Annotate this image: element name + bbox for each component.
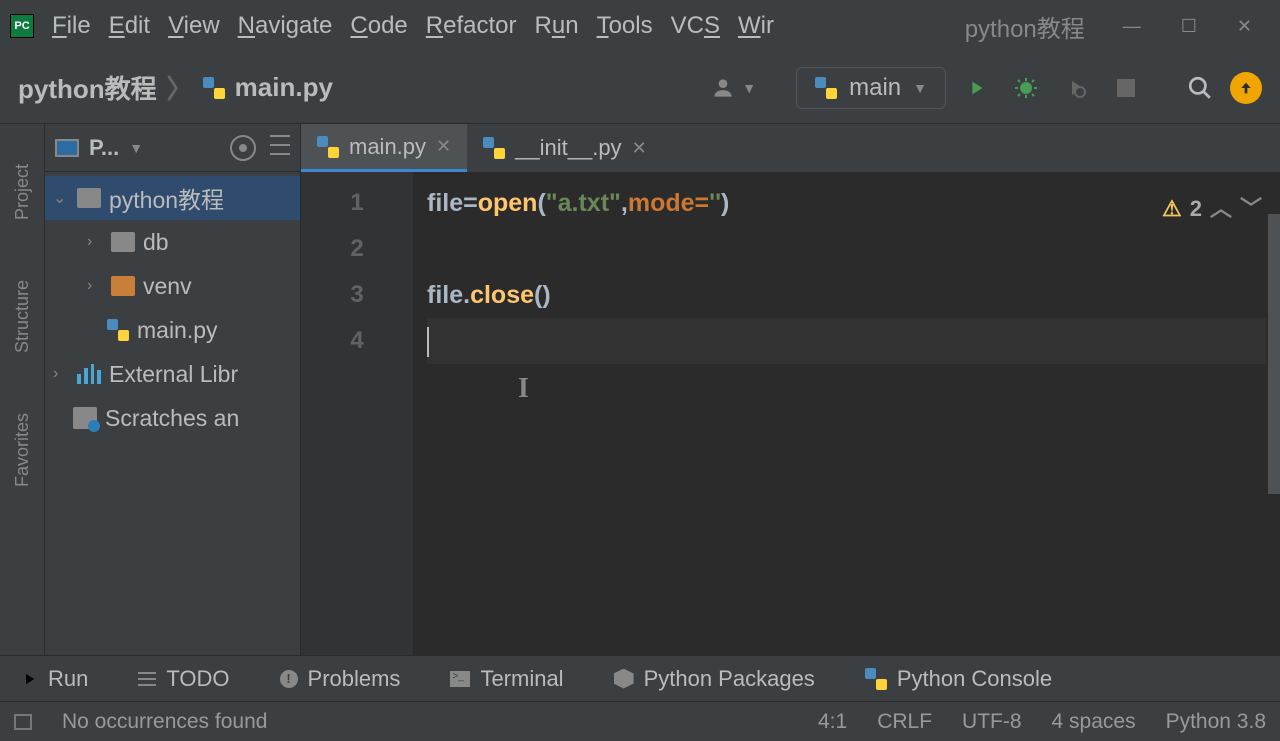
menu-navigate[interactable]: Navigate <box>238 12 333 40</box>
run-config-selector[interactable]: main ▼ <box>796 67 946 109</box>
inspection-widget[interactable]: ⚠ 2 ︿ ﹀ <box>1162 186 1262 232</box>
breadcrumb[interactable]: python教程 〉 main.py <box>18 69 333 106</box>
python-file-icon <box>317 136 339 158</box>
tool-todo[interactable]: TODO <box>138 666 229 692</box>
chevron-down-icon[interactable]: ⌄ <box>53 188 69 208</box>
tree-item-venv[interactable]: › venv <box>45 264 300 308</box>
tab-init-py[interactable]: __init__.py ✕ <box>467 124 663 172</box>
search-button[interactable] <box>1180 68 1220 108</box>
chevron-down-icon: ▼ <box>913 80 927 96</box>
folder-icon <box>111 276 135 296</box>
scratches-icon <box>73 407 97 429</box>
menu-tools[interactable]: Tools <box>597 12 653 40</box>
menu-refactor[interactable]: Refactor <box>426 12 517 40</box>
run-config-label: main <box>849 74 901 102</box>
update-button[interactable] <box>1230 72 1262 104</box>
sidebar-tab-favorites[interactable]: Favorites <box>12 413 33 487</box>
status-line-separator[interactable]: CRLF <box>877 710 932 734</box>
collapse-icon[interactable] <box>270 135 290 155</box>
chevron-right-icon: 〉 <box>167 69 193 106</box>
window-title: python教程 <box>965 9 1085 44</box>
scrollbar[interactable] <box>1268 214 1280 494</box>
ibeam-cursor-icon: I <box>518 366 529 412</box>
status-message: No occurrences found <box>62 710 267 734</box>
text-caret <box>427 327 429 357</box>
user-dropdown[interactable]: ▼ <box>710 75 756 101</box>
tab-main-py[interactable]: main.py ✕ <box>301 124 467 172</box>
tool-problems[interactable]: ! Problems <box>280 666 401 692</box>
minimize-icon[interactable]: — <box>1123 16 1141 37</box>
status-indent[interactable]: 4 spaces <box>1052 710 1136 734</box>
project-tool-window: P... ▼ ⌄ python教程 › db › venv <box>45 124 301 655</box>
folder-icon <box>77 188 101 208</box>
python-icon <box>865 668 887 690</box>
tree-external-libraries[interactable]: › External Libr <box>45 352 300 396</box>
sidebar-tab-structure[interactable]: Structure <box>12 280 33 353</box>
chevron-right-icon[interactable]: › <box>53 365 69 383</box>
stop-button[interactable] <box>1106 68 1146 108</box>
close-icon[interactable]: ✕ <box>1237 16 1252 37</box>
coverage-button[interactable] <box>1056 68 1096 108</box>
close-tab-icon[interactable]: ✕ <box>436 136 451 157</box>
todo-icon <box>138 672 156 686</box>
tool-console[interactable]: Python Console <box>865 666 1052 692</box>
library-icon <box>77 364 101 384</box>
debug-button[interactable] <box>1006 68 1046 108</box>
problems-icon: ! <box>280 670 298 688</box>
chevron-right-icon[interactable]: › <box>87 233 103 251</box>
python-file-icon <box>107 319 129 341</box>
warning-icon: ⚠ <box>1162 186 1182 232</box>
tree-root[interactable]: ⌄ python教程 <box>45 176 300 220</box>
view-icon[interactable] <box>55 139 79 157</box>
tool-windows-icon[interactable] <box>14 714 32 730</box>
run-button[interactable] <box>956 68 996 108</box>
tool-terminal[interactable]: Terminal <box>450 666 563 692</box>
chevron-down-icon[interactable]: ▼ <box>129 140 143 156</box>
panel-title[interactable]: P... <box>89 135 119 161</box>
tree-item-main-py[interactable]: main.py <box>45 308 300 352</box>
code-area[interactable]: file=open("a.txt",mode='') file.close() … <box>413 172 1280 655</box>
status-interpreter[interactable]: Python 3.8 <box>1166 710 1266 734</box>
folder-icon <box>111 232 135 252</box>
pycharm-logo-icon <box>10 14 34 38</box>
chevron-right-icon[interactable]: › <box>87 277 103 295</box>
status-line-col[interactable]: 4:1 <box>818 710 847 734</box>
next-issue-icon[interactable]: ﹀ <box>1240 186 1262 232</box>
menu-file[interactable]: File <box>52 12 91 40</box>
maximize-icon[interactable]: ☐ <box>1181 16 1197 37</box>
tool-run[interactable]: Run <box>20 666 88 692</box>
python-file-icon <box>203 77 225 99</box>
editor-tabs: main.py ✕ __init__.py ✕ <box>301 124 1280 172</box>
tree-scratches[interactable]: Scratches an <box>45 396 300 440</box>
breadcrumb-project[interactable]: python教程 <box>18 69 157 106</box>
line-gutter[interactable]: 1 2 3 4 <box>301 172 413 655</box>
code-editor[interactable]: 1 2 3 4 file=open("a.txt",mode='') file.… <box>301 172 1280 655</box>
status-encoding[interactable]: UTF-8 <box>962 710 1022 734</box>
locate-icon[interactable] <box>230 135 256 161</box>
terminal-icon <box>450 671 470 687</box>
tree-item-db[interactable]: › db <box>45 220 300 264</box>
menu-view[interactable]: View <box>168 12 220 40</box>
python-icon <box>815 77 837 99</box>
menu-edit[interactable]: Edit <box>109 12 150 40</box>
menu-window[interactable]: Wir <box>738 12 774 40</box>
tool-packages[interactable]: Python Packages <box>614 666 815 692</box>
python-file-icon <box>483 137 505 159</box>
sidebar-tab-project[interactable]: Project <box>12 164 33 220</box>
menu-vcs[interactable]: VCS <box>671 12 720 40</box>
menu-run[interactable]: Run <box>535 12 579 40</box>
packages-icon <box>614 669 634 689</box>
menu-code[interactable]: Code <box>350 12 407 40</box>
prev-issue-icon[interactable]: ︿ <box>1210 186 1232 232</box>
breadcrumb-file[interactable]: main.py <box>235 72 333 103</box>
close-tab-icon[interactable]: ✕ <box>632 138 647 159</box>
